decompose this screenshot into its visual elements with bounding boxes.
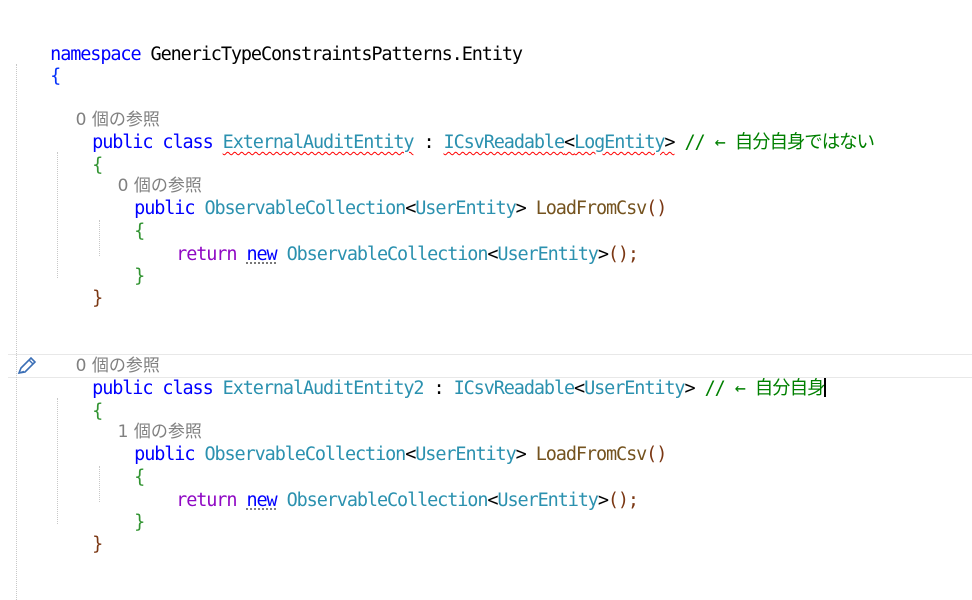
method-name: LoadFromCsv (535, 198, 648, 219)
comment: // ← 自分自身 (704, 378, 826, 399)
return-type: ObservableCollection (204, 444, 406, 465)
method1-close-brace[interactable]: } (94, 242, 145, 287)
return-type-argument: UserEntity (415, 198, 516, 219)
namespace-keyword: namespace (50, 44, 141, 65)
class-modifiers: public class (92, 132, 214, 153)
class2-declaration[interactable]: public class ExternalAuditEntity2 : ICsv… (52, 354, 827, 399)
class1-references-codelens[interactable]: 0 個の参照 (54, 87, 160, 130)
new-type-argument: UserEntity (497, 490, 598, 511)
code-editor[interactable]: namespace GenericTypeConstraintsPatterns… (0, 0, 972, 600)
class2-references-codelens[interactable]: 0 個の参照 (54, 333, 160, 376)
class-modifiers: public class (92, 378, 214, 399)
brace-close: } (92, 534, 103, 555)
return-type-argument: UserEntity (415, 444, 516, 465)
method2-open-brace[interactable]: { (94, 443, 145, 488)
new-type-argument: UserEntity (497, 244, 598, 265)
method1-open-brace[interactable]: { (94, 197, 145, 242)
return-type: ObservableCollection (204, 198, 406, 219)
parens: () (646, 198, 667, 219)
parens: () (646, 444, 667, 465)
method-name: LoadFromCsv (535, 444, 648, 465)
new-keyword: new (246, 490, 277, 511)
namespace-open-brace[interactable]: { (10, 42, 61, 87)
call-tail: (); (607, 244, 639, 265)
namespace-name: GenericTypeConstraintsPatterns.Entity (150, 44, 524, 65)
method2-return-statement[interactable]: return new ObservableCollection<UserEnti… (136, 466, 639, 511)
method1-declaration[interactable]: public ObservableCollection<UserEntity> … (94, 174, 667, 219)
angle-close: > (684, 378, 695, 399)
angle-open: < (564, 132, 575, 153)
new-type: ObservableCollection (286, 490, 489, 511)
method2-close-brace[interactable]: } (94, 488, 145, 533)
method1-references-codelens[interactable]: 0 個の参照 (96, 153, 202, 196)
quick-action-pencil-icon[interactable] (12, 354, 42, 378)
class1-open-brace[interactable]: { (52, 131, 103, 176)
angle-open: < (574, 378, 585, 399)
comment: // ← 自分自身ではない (684, 132, 875, 153)
new-type: ObservableCollection (286, 244, 489, 265)
brace-close: } (92, 288, 103, 309)
indent-guide (16, 64, 17, 600)
pencil-icon (17, 356, 37, 375)
class2-open-brace[interactable]: { (52, 377, 103, 422)
method1-return-statement[interactable]: return new ObservableCollection<UserEnti… (136, 220, 639, 265)
class-name: ExternalAuditEntity2 (222, 378, 425, 399)
type-argument: LogEntity (574, 132, 665, 153)
namespace-line[interactable]: namespace GenericTypeConstraintsPatterns… (10, 20, 523, 65)
class-name: ExternalAuditEntity (222, 132, 415, 153)
colon: : (423, 132, 434, 153)
brace-open: { (50, 66, 61, 87)
return-keyword: return (176, 244, 237, 265)
type-argument: UserEntity (584, 378, 685, 399)
new-keyword: new (246, 244, 277, 265)
angle-close: > (664, 132, 675, 153)
text-caret (824, 378, 827, 397)
class1-close-brace[interactable]: } (52, 264, 103, 309)
call-tail: (); (607, 490, 639, 511)
colon: : (433, 378, 444, 399)
method2-references-codelens[interactable]: 1 個の参照 (96, 399, 202, 442)
interface-name: ICsvReadable (453, 378, 576, 399)
class2-close-brace[interactable]: } (52, 510, 103, 555)
brace-close: } (134, 266, 145, 287)
class1-declaration[interactable]: public class ExternalAuditEntity : ICsvR… (52, 108, 875, 153)
interface-name: ICsvReadable (443, 132, 566, 153)
return-keyword: return (176, 490, 237, 511)
brace-close: } (134, 512, 145, 533)
method2-declaration[interactable]: public ObservableCollection<UserEntity> … (94, 420, 667, 465)
